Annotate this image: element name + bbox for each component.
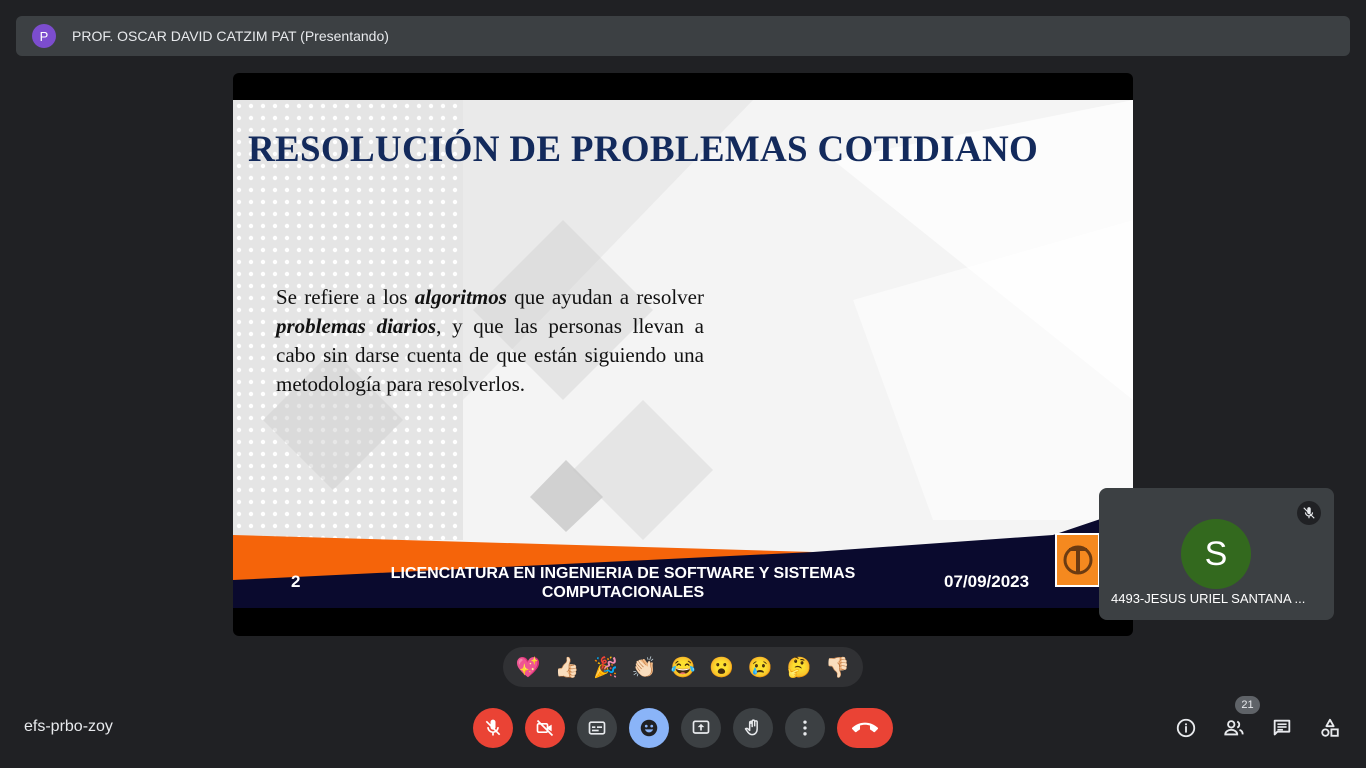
presentation-slide: RESOLUCIÓN DE PROBLEMAS COTIDIANO Se ref…: [233, 100, 1133, 608]
end-call-button[interactable]: [837, 708, 893, 748]
people-button[interactable]: [1218, 712, 1250, 744]
end-call-icon: [852, 722, 878, 733]
reaction-thumbs-down[interactable]: 👎🏻: [820, 655, 856, 680]
raise-hand-button[interactable]: [733, 708, 773, 748]
reaction-party[interactable]: 🎉: [588, 655, 624, 680]
slide-body: Se refiere a los algoritmos que ayudan a…: [276, 283, 704, 399]
camera-toggle-button[interactable]: [525, 708, 565, 748]
present-screen-icon: [692, 720, 710, 734]
mic-off-icon: [1297, 501, 1321, 525]
reaction-heart[interactable]: 💖: [510, 655, 546, 680]
institution-logo: [1055, 533, 1100, 587]
captions-icon: [588, 721, 606, 735]
presenter-bar: P PROF. OSCAR DAVID CATZIM PAT (Presenta…: [16, 16, 1350, 56]
reaction-clap[interactable]: 👏🏻: [626, 655, 662, 680]
more-options-button[interactable]: [785, 708, 825, 748]
shared-screen: RESOLUCIÓN DE PROBLEMAS COTIDIANO Se ref…: [233, 73, 1133, 636]
camera-off-icon: [536, 719, 554, 737]
slide-body-emphasis: problemas diarios: [276, 314, 437, 338]
slide-title: RESOLUCIÓN DE PROBLEMAS COTIDIANO: [248, 129, 1039, 170]
mic-toggle-button[interactable]: [473, 708, 513, 748]
emoji-button[interactable]: [629, 708, 669, 748]
people-icon: [1224, 720, 1244, 736]
emoji-icon: [640, 719, 658, 737]
slide-body-text: que ayudan a resolver: [506, 285, 704, 309]
mic-off-icon: [485, 719, 501, 736]
more-options-icon: [803, 720, 807, 736]
reaction-thinking[interactable]: 🤔: [781, 655, 817, 680]
present-screen-button[interactable]: [681, 708, 721, 748]
reaction-laugh[interactable]: 😂: [665, 655, 701, 680]
slide-footer-date: 07/09/2023: [944, 572, 1030, 591]
meeting-code: efs-prbo-zoy: [24, 718, 113, 735]
reaction-thumbs-up[interactable]: 👍🏻: [549, 655, 585, 680]
chat-button[interactable]: [1266, 712, 1298, 744]
reactions-bar: 💖 👍🏻 🎉 👏🏻 😂 😮 😢 🤔 👎🏻: [503, 647, 863, 687]
participant-tile[interactable]: S 4493-JESUS URIEL SANTANA ...: [1099, 488, 1334, 620]
slide-page-number: 2: [291, 572, 301, 591]
slide-body-text: Se refiere a los: [276, 285, 415, 309]
reaction-sad[interactable]: 😢: [742, 655, 778, 680]
presenter-avatar: P: [32, 24, 56, 48]
activities-icon: [1321, 718, 1339, 737]
slide-footer-program: LICENCIATURA EN INGENIERIA DE SOFTWARE Y…: [390, 565, 856, 601]
info-icon: [1176, 718, 1196, 738]
participant-name: 4493-JESUS URIEL SANTANA ...: [1111, 591, 1306, 606]
captions-button[interactable]: [577, 708, 617, 748]
presenter-label: PROF. OSCAR DAVID CATZIM PAT (Presentand…: [72, 28, 389, 44]
activities-button[interactable]: [1314, 712, 1346, 744]
chat-icon: [1273, 719, 1291, 736]
participant-avatar: S: [1181, 519, 1251, 589]
reaction-surprised[interactable]: 😮: [704, 655, 740, 680]
slide-body-emphasis: algoritmos: [414, 285, 507, 309]
meeting-info-button[interactable]: [1170, 712, 1202, 744]
raise-hand-icon: [744, 719, 758, 736]
